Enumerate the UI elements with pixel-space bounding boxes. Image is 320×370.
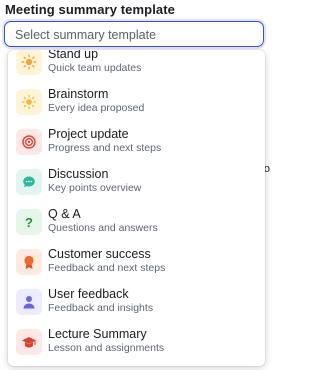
template-dropdown-menu: Stand up Quick team updates Brainstorm E…: [8, 50, 265, 366]
menu-item-subtitle: Questions and answers: [48, 222, 158, 234]
menu-item-q-and-a[interactable]: ? Q & A Questions and answers: [8, 202, 265, 242]
menu-item-title: Discussion: [48, 167, 109, 181]
menu-item-subtitle: Lesson and assignments: [48, 342, 165, 354]
menu-item-subtitle: Feedback and insights: [48, 302, 154, 314]
user-icon: [16, 289, 42, 315]
menu-item-title: Lecture Summary: [48, 327, 147, 341]
menu-item-title: Q & A: [48, 207, 81, 221]
chat-bubble-icon: [16, 169, 42, 195]
menu-item-subtitle: Every idea proposed: [48, 102, 145, 114]
menu-item-subtitle: Key points overview: [48, 182, 142, 194]
lightbulb-icon: [16, 89, 42, 115]
menu-item-title: Project update: [48, 127, 129, 141]
menu-item-title: Brainstorm: [48, 87, 109, 101]
field-label: Meeting summary template: [5, 2, 176, 17]
menu-item-subtitle: Feedback and next steps: [48, 262, 166, 274]
menu-item-title: Stand up: [48, 50, 99, 61]
question-mark-icon: ?: [16, 209, 42, 235]
menu-item-stand-up[interactable]: Stand up Quick team updates: [8, 50, 265, 82]
target-icon: [16, 129, 42, 155]
sun-icon: [16, 50, 42, 75]
menu-item-user-feedback[interactable]: User feedback Feedback and insights: [8, 282, 265, 322]
menu-item-subtitle: Quick team updates: [48, 62, 142, 74]
menu-item-brainstorm[interactable]: Brainstorm Every idea proposed: [8, 82, 265, 122]
template-select-screen: Meeting summary template Select summary …: [0, 0, 270, 370]
menu-item-discussion[interactable]: Discussion Key points overview: [8, 162, 265, 202]
menu-item-customer-success[interactable]: Customer success Feedback and next steps: [8, 242, 265, 282]
menu-item-title: Customer success: [48, 247, 151, 261]
menu-item-subtitle: Progress and next steps: [48, 142, 162, 154]
summary-template-select[interactable]: Select summary template: [4, 21, 264, 47]
graduation-cap-icon: [16, 329, 42, 355]
award-ribbon-icon: [16, 249, 42, 275]
menu-item-lecture-summary[interactable]: Lecture Summary Lesson and assignments: [8, 322, 265, 362]
menu-item-project-update[interactable]: Project update Progress and next steps: [8, 122, 265, 162]
menu-item-title: User feedback: [48, 287, 129, 301]
